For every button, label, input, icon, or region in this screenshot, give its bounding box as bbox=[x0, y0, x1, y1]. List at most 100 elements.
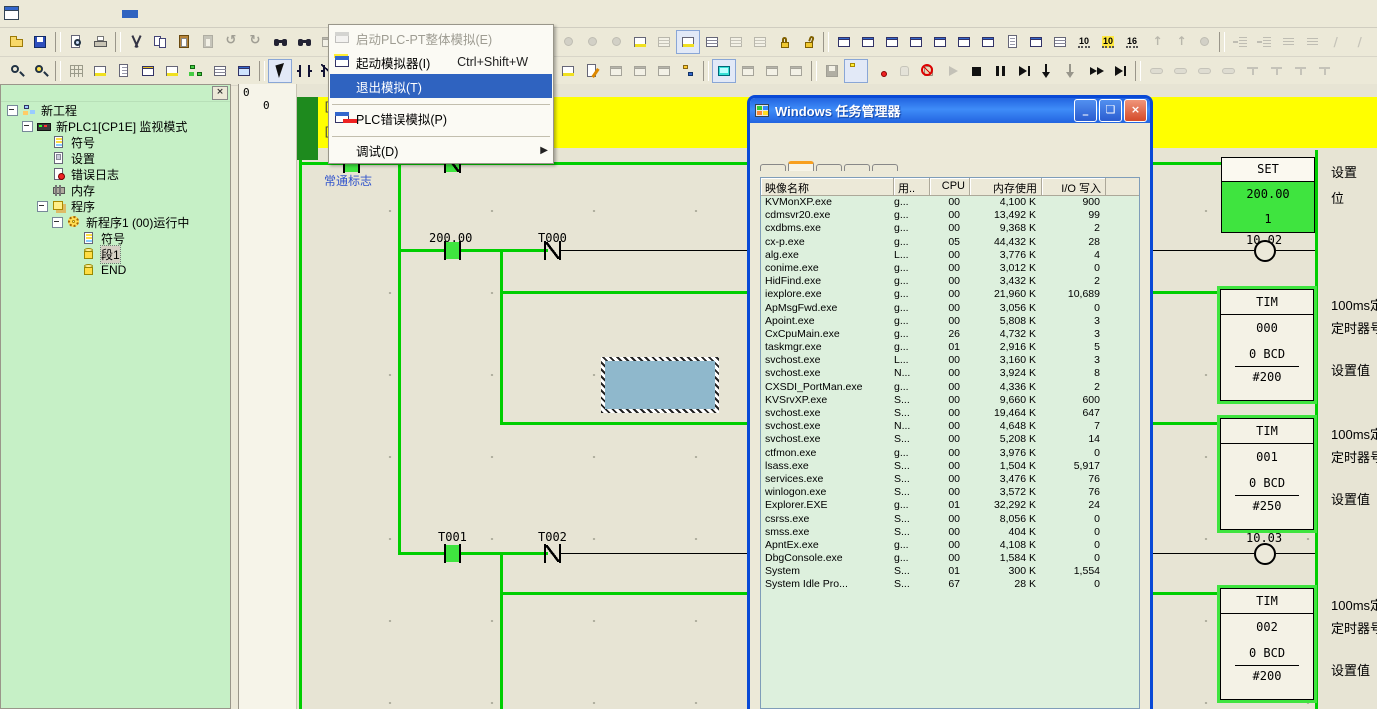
tree-item-project[interactable]: 新工程 bbox=[1, 102, 230, 118]
CXSDI_PortMan.exe[interactable]: CXSDI_PortMan.exe g... 00 4,336 K 2 bbox=[761, 381, 1139, 394]
tree-item-settings[interactable]: 设置 bbox=[1, 150, 230, 166]
menu-tools[interactable] bbox=[138, 10, 154, 18]
tree-item-end[interactable]: END bbox=[1, 262, 230, 278]
services.exe[interactable]: services.exe S... 00 3,476 K 76 bbox=[761, 473, 1139, 486]
monitor-view-button[interactable] bbox=[700, 30, 724, 54]
align-gray-1[interactable] bbox=[1276, 30, 1300, 54]
slash-gray-2[interactable] bbox=[1348, 30, 1372, 54]
cx-p.exe[interactable]: cx-p.exe g... 05 44,432 K 28 bbox=[761, 236, 1139, 249]
tab-networking[interactable] bbox=[844, 164, 870, 171]
gray-win-1[interactable] bbox=[736, 59, 760, 83]
redo-button[interactable] bbox=[244, 30, 268, 54]
taskmgr.exe[interactable]: taskmgr.exe g... 01 2,916 K 5 bbox=[761, 341, 1139, 354]
elem-gray-6[interactable] bbox=[1264, 59, 1288, 83]
svchost.exe[interactable]: svchost.exe S... 00 5,208 K 14 bbox=[761, 433, 1139, 446]
elem-gray-8[interactable] bbox=[1312, 59, 1336, 83]
align-gray-2[interactable] bbox=[1300, 30, 1324, 54]
ApntEx.exe[interactable]: ApntEx.exe g... 00 4,108 K 0 bbox=[761, 539, 1139, 552]
dropdown-menu-item[interactable] bbox=[332, 131, 550, 137]
menu-help[interactable] bbox=[170, 10, 186, 18]
mnemonic-view-button[interactable] bbox=[628, 30, 652, 54]
replace-button[interactable] bbox=[292, 30, 316, 54]
sim-stop-button[interactable] bbox=[964, 59, 988, 83]
monitor-signed-decimal-button[interactable]: 10 bbox=[1096, 30, 1120, 54]
iexplore.exe[interactable]: iexplore.exe g... 00 21,960 K 10,689 bbox=[761, 288, 1139, 301]
stop-hand-button[interactable] bbox=[916, 59, 940, 83]
menu-item-exit-simulation[interactable]: 退出模拟(T) bbox=[330, 74, 552, 98]
svchost.exe[interactable]: svchost.exe N... 00 3,924 K 8 bbox=[761, 367, 1139, 380]
step-in-button[interactable] bbox=[1036, 59, 1060, 83]
run-simulator-button[interactable] bbox=[844, 59, 868, 83]
toolbar-icon[interactable] bbox=[1135, 61, 1141, 81]
menu-item-start-simulator[interactable]: 起动模拟器(I) Ctrl+Shift+W bbox=[330, 50, 552, 74]
unlock-button[interactable] bbox=[796, 30, 820, 54]
tree-item-program1-symbols[interactable]: 符号 bbox=[1, 230, 230, 246]
menu-item-start-plc-pt-sim[interactable]: 启动PLC-PT整体模拟(E) bbox=[330, 26, 552, 50]
step-out-gray[interactable] bbox=[1060, 59, 1084, 83]
toolbar-icon[interactable] bbox=[259, 61, 265, 81]
tab-performance[interactable] bbox=[816, 164, 842, 171]
no-contact-button[interactable] bbox=[292, 59, 316, 83]
ctfmon.exe[interactable]: ctfmon.exe g... 00 3,976 K 0 bbox=[761, 447, 1139, 460]
indent-gray-2[interactable] bbox=[1252, 30, 1276, 54]
lsass.exe[interactable]: lsass.exe S... 00 1,504 K 5,917 bbox=[761, 460, 1139, 473]
tab-processes[interactable] bbox=[788, 161, 814, 171]
menu-item-plc-error-sim[interactable]: PLC错误模拟(P) bbox=[330, 106, 552, 130]
tab-users[interactable] bbox=[872, 164, 898, 171]
minimize-button[interactable]: _ bbox=[1074, 99, 1097, 122]
undo-button[interactable] bbox=[220, 30, 244, 54]
ladder-view-button[interactable] bbox=[676, 30, 700, 54]
panel-close-button[interactable]: × bbox=[212, 86, 228, 100]
cdmsvr20.exe[interactable]: cdmsvr20.exe g... 00 13,492 K 99 bbox=[761, 209, 1139, 222]
elem-gray-2[interactable] bbox=[1168, 59, 1192, 83]
rung-marker[interactable] bbox=[297, 97, 318, 160]
print-button[interactable] bbox=[88, 30, 112, 54]
find-button[interactable] bbox=[268, 30, 292, 54]
column-header-mem[interactable]: 内存使用 bbox=[970, 178, 1042, 195]
maximize-button[interactable]: ❏ bbox=[1099, 99, 1122, 122]
watch-window-button[interactable] bbox=[976, 30, 1000, 54]
gray-view-1[interactable] bbox=[724, 30, 748, 54]
paste-button[interactable] bbox=[172, 30, 196, 54]
System Idle Pro...[interactable]: System Idle Pro... S... 67 28 K 0 bbox=[761, 578, 1139, 591]
monitor-toggle-button[interactable] bbox=[712, 59, 736, 83]
gray-up-2[interactable] bbox=[1168, 30, 1192, 54]
tree-item-section1[interactable]: 段1 bbox=[1, 246, 230, 262]
elem-gray-7[interactable] bbox=[1288, 59, 1312, 83]
tree-expander-icon[interactable] bbox=[37, 201, 48, 212]
elem-gray-1[interactable] bbox=[1144, 59, 1168, 83]
paste-special-button[interactable] bbox=[196, 30, 220, 54]
csrss.exe[interactable]: csrss.exe S... 00 8,056 K 0 bbox=[761, 513, 1139, 526]
open-button[interactable] bbox=[4, 30, 28, 54]
sma-table-button[interactable] bbox=[208, 59, 232, 83]
Apoint.exe[interactable]: Apoint.exe g... 00 5,808 K 3 bbox=[761, 315, 1139, 328]
tree-expander-icon[interactable] bbox=[22, 121, 33, 132]
tree-item-programs[interactable]: 程序 bbox=[1, 198, 230, 214]
zoom-out-button[interactable] bbox=[4, 59, 28, 83]
conime.exe[interactable]: conime.exe g... 00 3,012 K 0 bbox=[761, 262, 1139, 275]
menu-file[interactable] bbox=[26, 10, 42, 18]
tree-expander-icon[interactable] bbox=[52, 217, 63, 228]
sim-play-gray[interactable] bbox=[940, 59, 964, 83]
pause-hand-gray[interactable] bbox=[892, 59, 916, 83]
monitor-hex-button[interactable]: 16 bbox=[1120, 30, 1144, 54]
output-coil-10-03[interactable] bbox=[1254, 543, 1276, 565]
tim-block-001[interactable]: TIM 001 0 BCD #250 bbox=[1217, 415, 1317, 533]
close-button[interactable]: × bbox=[1124, 99, 1147, 122]
gray-edit-3[interactable] bbox=[652, 59, 676, 83]
window-split-button[interactable] bbox=[952, 30, 976, 54]
ci-window-button[interactable] bbox=[232, 59, 256, 83]
toolbar-icon[interactable] bbox=[55, 61, 61, 81]
KVMonXP.exe[interactable]: KVMonXP.exe g... 00 4,100 K 900 bbox=[761, 196, 1139, 209]
smss.exe[interactable]: smss.exe S... 00 404 K 0 bbox=[761, 526, 1139, 539]
tim-block-000[interactable]: TIM 000 0 BCD #200 bbox=[1217, 286, 1317, 404]
tree-expander-icon[interactable] bbox=[7, 105, 18, 116]
cross-reference-button[interactable] bbox=[184, 59, 208, 83]
mnemonics-button[interactable] bbox=[88, 59, 112, 83]
System[interactable]: System S... 01 300 K 1,554 bbox=[761, 565, 1139, 578]
tab-applications[interactable] bbox=[760, 164, 786, 171]
toolbar-icon[interactable] bbox=[1219, 32, 1225, 52]
properties-button[interactable] bbox=[856, 30, 880, 54]
copy-button[interactable] bbox=[148, 30, 172, 54]
dropdown-menu-item[interactable] bbox=[332, 99, 550, 105]
